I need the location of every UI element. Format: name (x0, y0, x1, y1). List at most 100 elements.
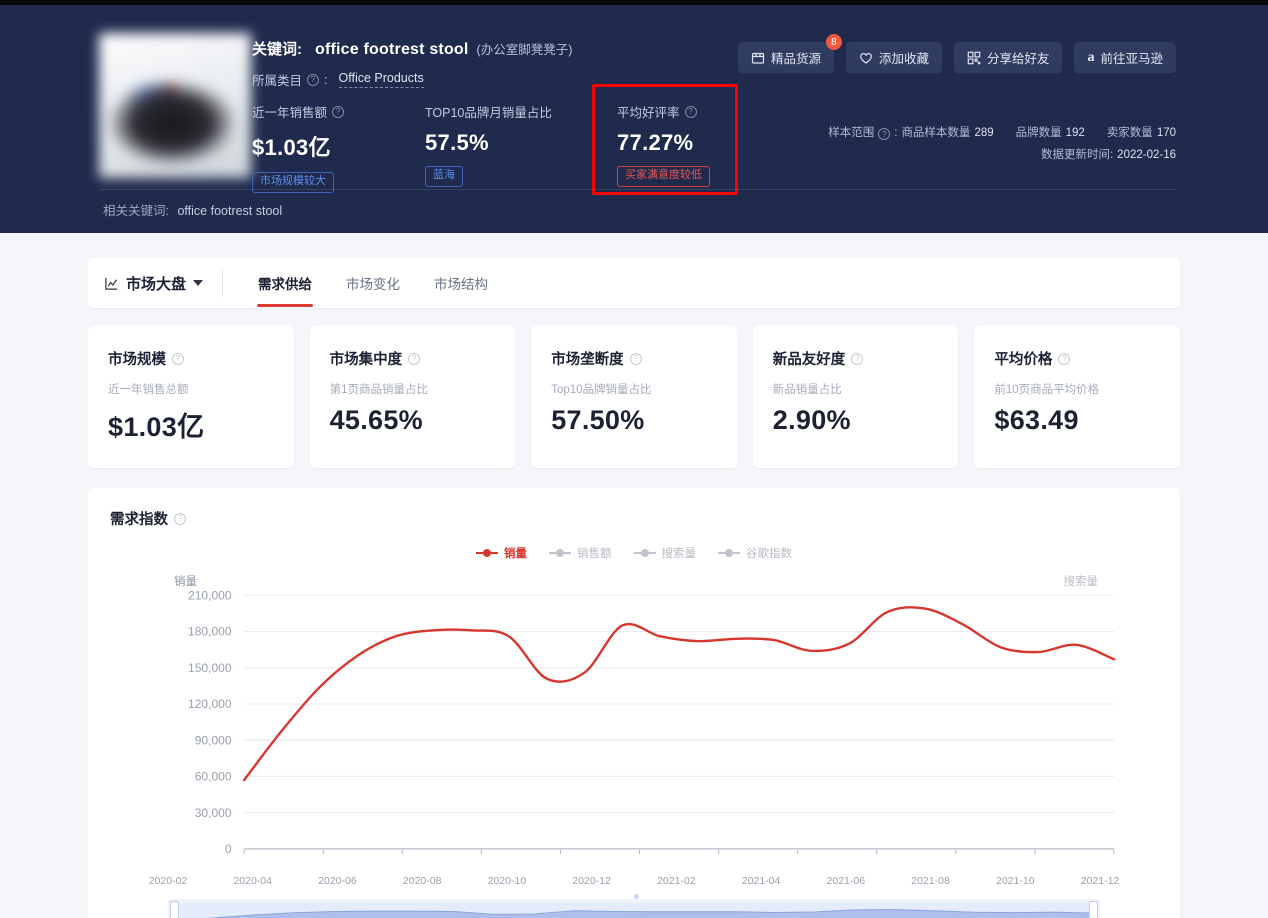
sample-info: 样本范围 ? : 商品样本数量 289 品牌数量 192 卖家数量 170 数据… (828, 123, 1176, 167)
metric-title: 市场垄断度 (551, 352, 624, 368)
metric-value: 45.65% (329, 405, 423, 435)
metric-subtitle: 新品销量占比 (772, 384, 842, 396)
market-overview-label: 市场大盘 (126, 275, 187, 293)
legend-item-google-index[interactable]: 谷歌指数 (718, 545, 792, 561)
premium-supply-label: 精品货源 (770, 52, 821, 66)
premium-supply-button[interactable]: 精品货源 8 (737, 34, 842, 73)
chart-plot-area: 销量 搜索量 0 30,000 60,000 90,000 120,000 150,000… (110, 571, 1158, 871)
x-axis-tick-label: 2020-08 (402, 875, 442, 887)
x-axis-tick-label: 2020-02 (148, 875, 188, 887)
demand-index-card: 需求指数 ? 销量 销售额 搜索量 谷歌指数 销量 搜索量 0 30,000 6… (88, 488, 1180, 918)
related-keywords-value[interactable]: office footrest stool (177, 204, 282, 218)
help-icon[interactable]: ? (174, 512, 186, 525)
metric-card-avg-price: 平均价格 ? 前10页商品平均价格 $63.49 (974, 326, 1180, 468)
slider-preview-area (174, 903, 1095, 918)
add-favorite-label: 添加收藏 (878, 52, 929, 66)
tab-bar: 市场大盘 需求供给 市场变化 市场结构 (88, 258, 1180, 308)
tab-market-change[interactable]: 市场变化 (329, 260, 417, 307)
sample-item-value: 289 (974, 127, 994, 139)
metric-subtitle: Top10品牌销量占比 (551, 384, 652, 396)
chart-icon (105, 277, 118, 290)
range-slider[interactable] (168, 894, 1100, 918)
legend-marker (633, 548, 656, 558)
metric-subtitle: 第1页商品销量占比 (329, 384, 428, 396)
x-axis-tick-label: 2020-04 (233, 875, 272, 887)
category-value[interactable]: Office Products (338, 71, 424, 88)
chevron-down-icon (193, 280, 204, 286)
tab-label: 市场结构 (434, 276, 489, 292)
share-label: 分享给好友 (986, 52, 1050, 66)
metric-card-concentration: 市场集中度 ? 第1页商品销量占比 45.65% (309, 326, 516, 468)
stat-title: 平均好评率 (617, 106, 680, 120)
metric-title: 市场集中度 (329, 352, 403, 368)
tab-demand-supply[interactable]: 需求供给 (241, 260, 329, 307)
stat-sales-year: 近一年销售额 ? $1.03亿 市场规模较大 (252, 102, 425, 193)
help-icon[interactable]: ? (172, 352, 184, 365)
stat-value: 77.27% (617, 130, 694, 155)
x-axis-tick-label: 2021-08 (911, 875, 950, 887)
slider-handle-right[interactable] (1089, 901, 1098, 918)
legend-item-search-volume[interactable]: 搜索量 (633, 545, 697, 561)
help-icon[interactable]: ? (408, 352, 421, 365)
x-axis: 2020-02 2020-04 2020-06 2020-08 2020-10 2020-… (149, 871, 1120, 893)
help-icon[interactable]: ? (307, 73, 320, 86)
x-axis-tick-label: 2021-06 (826, 875, 866, 887)
legend-label: 搜索量 (661, 548, 697, 560)
help-icon[interactable]: ? (1058, 352, 1071, 365)
update-time-value: 2022-02-16 (1117, 148, 1176, 161)
main-content: 市场大盘 需求供给 市场变化 市场结构 市场规模 ? 近一年销售总额 $1.03… (0, 258, 1268, 918)
legend-item-sales-volume[interactable]: 销量 (476, 545, 527, 561)
status-badge: 买家满意度较低 (617, 166, 710, 187)
keyword-translation: (办公室脚凳凳子) (476, 43, 573, 57)
keyword-block: 关键词: office footrest stool (办公室脚凳凳子) 所属类… (252, 38, 572, 89)
keyword-label: 关键词: (252, 41, 302, 58)
share-button[interactable]: 分享给好友 (953, 42, 1063, 73)
metric-title: 新品友好度 (772, 352, 846, 368)
legend-label: 谷歌指数 (746, 548, 792, 560)
market-overview-select[interactable]: 市场大盘 (104, 269, 224, 297)
metric-value: 2.90% (772, 405, 851, 435)
header-stats: 近一年销售额 ? $1.03亿 市场规模较大 TOP10品牌月销量占比 57.5… (252, 102, 790, 193)
stat-top10-share: TOP10品牌月销量占比 57.5% 蓝海 (425, 102, 617, 193)
help-icon[interactable]: ? (684, 105, 697, 118)
sample-item-label: 商品样本数量 (901, 127, 971, 139)
demand-index-title: 需求指数 (110, 512, 168, 528)
slider-handle-left[interactable] (170, 901, 179, 918)
product-thumbnail (99, 33, 251, 178)
stat-avg-rating: 平均好评率 ? 77.27% 买家满意度较低 (617, 102, 790, 193)
category-colon: : (324, 72, 328, 87)
legend-marker (549, 548, 571, 558)
y-axis-right-label: 搜索量 (1063, 576, 1099, 588)
legend-item-sales-amount[interactable]: 销售额 (549, 545, 612, 561)
slider-preview-chart (206, 909, 1095, 918)
sample-item-value: 170 (1156, 127, 1176, 139)
metric-cards: 市场规模 ? 近一年销售总额 $1.03亿 市场集中度 ? 第1页商品销量占比 … (88, 326, 1180, 468)
tab-market-structure[interactable]: 市场结构 (417, 260, 505, 307)
x-axis-tick-label: 2021-02 (657, 875, 696, 887)
header-actions: 精品货源 8 添加收藏 分享给好友 a 前往亚马逊 (737, 34, 1176, 73)
stat-title: TOP10品牌月销量占比 (425, 106, 552, 120)
update-time-label: 数据更新时间: (1040, 148, 1114, 161)
help-icon[interactable]: ? (332, 105, 345, 118)
sample-item-value: 192 (1065, 127, 1085, 139)
stat-value: $1.03亿 (252, 135, 331, 160)
metric-subtitle: 前10页商品平均价格 (994, 384, 1100, 396)
status-badge: 蓝海 (425, 166, 463, 187)
metric-value: $1.03亿 (108, 412, 205, 442)
metric-card-market-size: 市场规模 ? 近一年销售总额 $1.03亿 (88, 326, 294, 468)
keyword-value: office footrest stool (315, 41, 469, 58)
slider-grip-dot (634, 894, 639, 899)
help-icon[interactable]: ? (629, 352, 642, 365)
help-icon[interactable]: ? (878, 127, 891, 140)
tab-label: 市场变化 (346, 276, 401, 292)
header-divider (99, 189, 1176, 190)
sample-item-label: 卖家数量 (1106, 127, 1153, 139)
x-axis-tick-label: 2020-12 (572, 875, 611, 887)
page-header: 关键词: office footrest stool (办公室脚凳凳子) 所属类… (0, 5, 1268, 233)
related-keywords: 相关关键词: office footrest stool (103, 200, 282, 219)
goto-amazon-button[interactable]: a 前往亚马逊 (1074, 42, 1176, 73)
box-icon (751, 52, 765, 64)
heart-icon (860, 52, 872, 64)
help-icon[interactable]: ? (851, 352, 864, 365)
add-favorite-button[interactable]: 添加收藏 (845, 42, 942, 73)
